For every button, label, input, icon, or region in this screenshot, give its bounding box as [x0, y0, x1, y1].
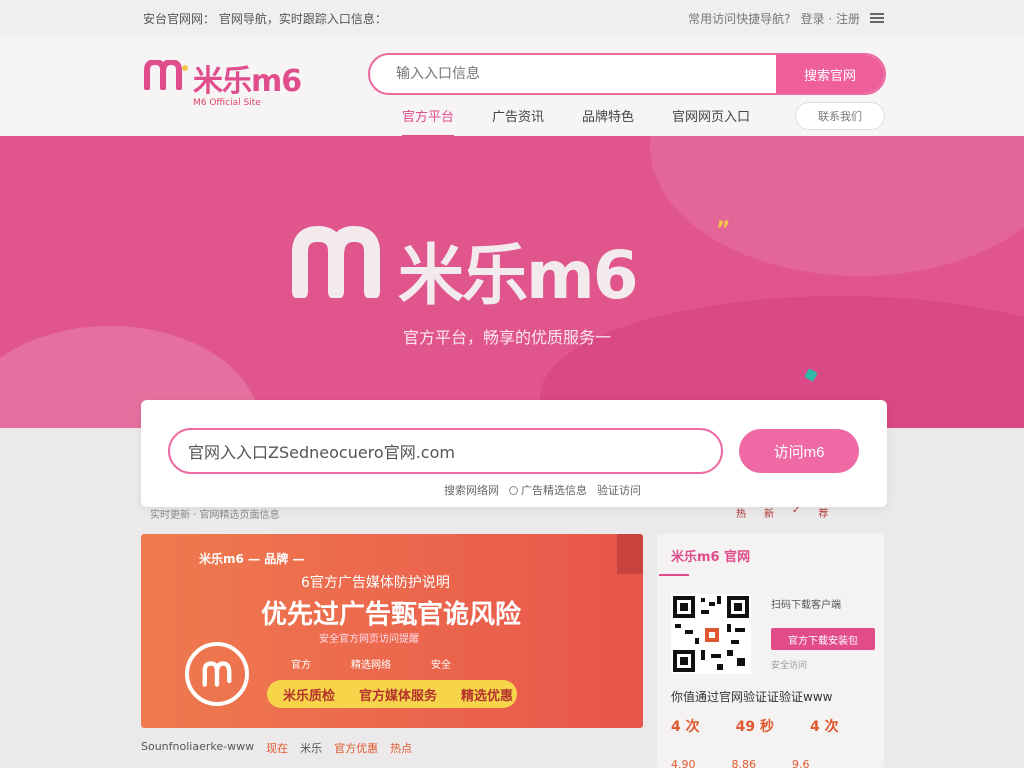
side-card-accent	[659, 574, 689, 576]
banner-pill-mid: 官方媒体服务	[359, 688, 438, 704]
hero-title: 米乐m6	[398, 237, 639, 314]
hero-logo-mark-icon	[292, 226, 380, 298]
banner-pill-left: 米乐质检	[283, 688, 336, 704]
banner-cta-pill[interactable]: 米乐质检 官方媒体服务 精选优惠	[267, 680, 517, 708]
logo-mark-icon	[144, 60, 188, 90]
nav-item-ads[interactable]: 广告资讯	[492, 106, 544, 131]
top-notice-text: 安台官网网： 官网导航，实时跟踪入口信息：	[143, 11, 387, 26]
login-link[interactable]: 登录 · 注册	[801, 10, 860, 27]
banner-headline: 优先过广告甄官诡风险	[261, 600, 522, 630]
logo-subtitle: M6 Official Site	[193, 98, 261, 108]
hero-decor-blob	[650, 136, 1024, 276]
strip-icons: 热 新 ✓ 荐	[736, 505, 828, 520]
banner-col: 精选网络	[351, 660, 391, 671]
hot-badge-icon: 热	[736, 509, 746, 520]
download-button[interactable]: 官方下载安装包	[771, 628, 875, 650]
download-side-card: 米乐m6 官网 扫码下载客户端 官方下载安装包 安全访问 你值通过官网验证证验证…	[657, 534, 884, 768]
top-right-links: 常用访问快捷导航? 登录 · 注册	[688, 10, 884, 27]
promo-banner[interactable]: 米乐m6 — 品牌 — 6官方广告媒体防护说明 优先过广告甄官诡风险 安全官方网…	[141, 534, 643, 728]
site-header: 米乐m6 M6 Official Site 搜索官网 官方平台 广告资讯 品牌特…	[0, 36, 1024, 137]
side-card-logo: 米乐m6 官网	[671, 550, 751, 565]
search-card-links: 搜索网络网 广告精选信息 验证访问	[444, 482, 641, 498]
new-badge-icon: 新	[764, 509, 774, 520]
footer-link[interactable]: 官方优惠	[334, 740, 378, 756]
footer-link[interactable]: Sounfnoliaerke-www	[141, 740, 254, 756]
recommend-badge-icon: 荐	[818, 509, 829, 520]
stat-value: 4 次	[809, 719, 839, 735]
card-link-ads[interactable]: 广告精选信息	[509, 482, 587, 498]
nav-item-brand[interactable]: 品牌特色	[582, 106, 634, 131]
side-card-stats-secondary: 4.90 8.86 9.6	[671, 758, 810, 768]
banner-emblem-icon	[185, 642, 249, 706]
stat-value: 4 次	[671, 719, 700, 735]
main-nav: 官方平台 广告资讯 品牌特色 官网网页入口	[402, 106, 788, 137]
footer-link[interactable]: 现在	[266, 740, 288, 756]
card-link-ads-label: 广告精选信息	[521, 484, 587, 497]
footer-link[interactable]: 热点	[390, 740, 412, 756]
card-link-verify[interactable]: 验证访问	[597, 482, 641, 498]
banner-pill-right: 精选优惠	[461, 688, 514, 704]
stat-value: 9.6	[792, 758, 810, 768]
footer-link-row: Sounfnoliaerke-www 现在 米乐 官方优惠 热点	[141, 740, 412, 756]
qr-code-icon	[671, 594, 751, 674]
card-link-search[interactable]: 搜索网络网	[444, 482, 499, 498]
banner-top-text: 米乐m6 — 品牌 —	[199, 552, 305, 566]
hero-subtitle: 官方平台，畅享的优质服务一	[403, 328, 612, 347]
quick-nav-link[interactable]: 常用访问快捷导航?	[688, 10, 790, 27]
main-search-card: 访问m6 搜索网络网 广告精选信息 验证访问	[141, 400, 887, 507]
stat-value: 49 秒	[735, 719, 774, 735]
side-card-stats: 4 次 49 秒 4 次	[671, 716, 839, 736]
banner-col: 官方	[291, 660, 311, 671]
logo-text: 米乐m6	[193, 64, 302, 99]
header-search: 搜索官网	[368, 53, 886, 95]
header-search-button[interactable]: 搜索官网	[776, 55, 884, 93]
contact-button[interactable]: 联系我们	[795, 102, 885, 130]
footer-link[interactable]: 米乐	[300, 740, 322, 756]
banner-line2: 安全官方网页访问提醒	[319, 634, 419, 645]
stat-value: 8.86	[731, 758, 757, 768]
banner-line1: 6官方广告媒体防护说明	[301, 575, 450, 591]
hero-banner: 米乐m6 ” 官方平台，畅享的优质服务一	[0, 136, 1024, 428]
main-search-button[interactable]: 访问m6	[739, 429, 859, 473]
side-card-description: 你值通过官网验证证验证www	[671, 690, 833, 704]
menu-icon[interactable]	[870, 13, 884, 23]
side-card-label: 扫码下载客户端	[771, 600, 841, 611]
nav-item-entry[interactable]: 官网网页入口	[672, 106, 750, 131]
nav-item-platform[interactable]: 官方平台	[402, 106, 455, 137]
hero-quote-icon: ”	[716, 218, 731, 243]
radio-icon[interactable]	[509, 486, 518, 495]
header-search-input[interactable]	[370, 55, 776, 93]
site-logo[interactable]: 米乐m6 M6 Official Site	[143, 56, 333, 116]
banner-col: 安全	[431, 660, 451, 671]
top-notice-bar: 安台官网网： 官网导航，实时跟踪入口信息： 常用访问快捷导航? 登录 · 注册	[0, 0, 1024, 36]
banner-corner-decor	[617, 534, 643, 574]
banner-columns: 官方 精选网络 安全	[291, 656, 451, 671]
check-icon: ✓	[792, 505, 801, 516]
info-strip: 实时更新 · 官网精选页面信息	[150, 510, 280, 521]
side-card-note: 安全访问	[771, 661, 808, 671]
stat-value: 4.90	[671, 758, 696, 768]
main-search-input[interactable]	[168, 428, 723, 474]
